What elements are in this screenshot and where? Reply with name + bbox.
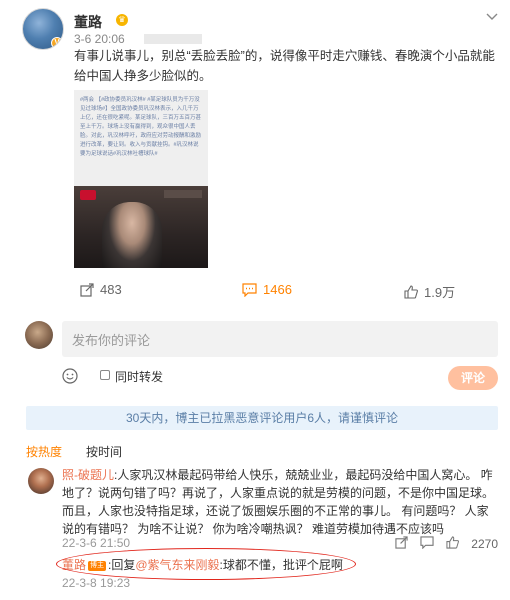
- comment-body: 照-破题儿:人家巩汉林最起码带给人快乐，兢兢业业，最起码没给中国人窝心。 咋地了…: [62, 466, 498, 538]
- highlight-circle: [56, 548, 356, 580]
- channel-logo-icon: [80, 190, 96, 200]
- verified-badge-icon: V: [51, 37, 63, 49]
- author-name[interactable]: 董路: [74, 12, 102, 32]
- my-avatar: [25, 321, 53, 349]
- post-header: V 董路 ♛ 3-6 20:06: [22, 8, 502, 50]
- like-button[interactable]: 1.9万: [404, 282, 455, 301]
- repost-checkbox[interactable]: [100, 370, 110, 380]
- comment-icon: [242, 282, 257, 297]
- comment-count: 1466: [263, 282, 292, 297]
- comment-icon[interactable]: [420, 536, 434, 552]
- reply-time: 22-3-8 19:23: [62, 576, 131, 590]
- thumbs-up-icon[interactable]: [446, 536, 460, 552]
- repost-icon[interactable]: [395, 536, 408, 552]
- comment-time: 22-3-6 21:50: [62, 536, 131, 550]
- tab-sort-time[interactable]: 按时间: [86, 443, 122, 460]
- comment-actions: 2270: [395, 536, 498, 552]
- commenter-avatar[interactable]: [28, 468, 54, 494]
- like-count: 1.9万: [424, 285, 456, 300]
- repost-icon: [80, 282, 94, 297]
- compose-toolbar: 同时转发 评论: [62, 366, 498, 390]
- comment-input[interactable]: 发布你的评论: [62, 321, 498, 357]
- comment-button[interactable]: 1466: [242, 282, 292, 297]
- channel-watermark: [164, 190, 202, 198]
- blurred-source: [144, 34, 202, 44]
- author-avatar[interactable]: V: [22, 8, 64, 50]
- tab-sort-hot[interactable]: 按热度: [26, 443, 62, 460]
- video-thumbnail[interactable]: #两会 【#政协委员巩汉林# #某足球队员为千万没见过球场#】全国政协委员巩汉林…: [74, 90, 208, 268]
- repost-count: 483: [100, 282, 122, 297]
- speaker-image: [102, 202, 162, 268]
- action-bar: 483 1466 1.9万: [74, 278, 498, 302]
- comment-notice: 30天内，博主已拉黑恶意评论用户6人，请谨慎评论: [26, 406, 498, 430]
- repost-button[interactable]: 483: [80, 282, 122, 297]
- chevron-down-icon[interactable]: [486, 8, 498, 26]
- comment-like-count: 2270: [471, 537, 498, 551]
- emoji-icon[interactable]: [62, 368, 78, 384]
- commenter-name[interactable]: 照-破题儿: [62, 468, 114, 482]
- post-text: 有事儿说事儿，别总“丢脸丢脸”的，说得像平时走穴赚钱、春晚演个小品就能给中国人挣…: [74, 49, 495, 83]
- member-crown-icon: ♛: [116, 14, 128, 26]
- video-frame: [74, 186, 208, 268]
- comment-text: :人家巩汉林最起码带给人快乐，兢兢业业，最起码没给中国人窝心。 咋地了？说两句错…: [62, 468, 495, 536]
- submit-comment-button[interactable]: 评论: [448, 366, 498, 390]
- repost-checkbox-label[interactable]: 同时转发: [115, 368, 163, 385]
- thumbnail-caption: #两会 【#政协委员巩汉林# #某足球队员为千万没见过球场#】全国政协委员巩汉林…: [80, 97, 202, 157]
- post-time[interactable]: 3-6 20:06: [74, 32, 125, 46]
- thumbs-up-icon: [404, 284, 418, 299]
